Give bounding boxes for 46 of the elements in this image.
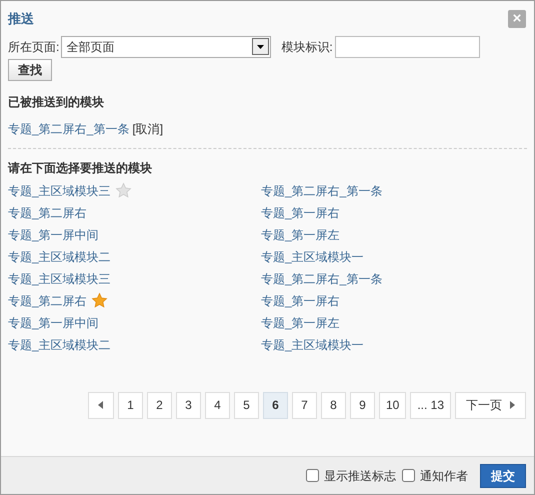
page-button[interactable]: 6 [262,392,288,418]
module-label: 模块标识: [281,38,333,56]
module-link[interactable]: 专题_第二屏右_第一条 [261,182,382,200]
page-button[interactable]: ... 13 [410,392,451,418]
module-link[interactable]: 专题_主区域模块二 [8,248,111,266]
page-button[interactable]: 9 [350,392,375,418]
checkbox[interactable] [306,469,319,482]
module-link[interactable]: 专题_第一屏中间 [8,314,99,332]
right-triangle-icon [510,401,515,409]
left-triangle-icon [98,401,104,409]
module-link[interactable]: 专题_第二屏右 [8,292,87,310]
cancel-link[interactable]: [取消] [132,120,164,138]
checkbox-label: 通知作者 [420,468,468,484]
module-link[interactable]: 专题_第一屏右 [261,204,340,222]
checkbox-label: 显示推送标志 [324,468,396,484]
module-link[interactable]: 专题_第一屏左 [261,226,340,244]
module-link[interactable]: 专题_第一屏中间 [8,226,99,244]
module-link[interactable]: 专题_第二屏右_第一条 [261,270,382,288]
page-button[interactable]: 1 [118,392,143,418]
page-button[interactable]: 4 [204,392,230,418]
page-button[interactable]: 7 [292,392,317,418]
next-page-button[interactable]: 下一页 [455,392,526,418]
page-select[interactable]: 全部页面 [61,36,272,58]
module-link[interactable]: 专题_主区域模块一 [261,248,364,266]
section-heading: 请在下面选择要推送的模块 [8,160,153,176]
module-link[interactable]: 专题_主区域模块二 [8,336,111,354]
checkbox[interactable] [402,469,415,482]
module-link[interactable]: 专题_第一屏右 [261,292,340,310]
page-button[interactable]: 8 [320,392,346,418]
previous-page-button[interactable] [88,392,114,418]
module-link[interactable]: 专题_第一屏左 [261,314,340,332]
dialog-title: 推送 [8,10,34,28]
page-button[interactable]: 10 [378,392,406,418]
module-link[interactable]: 专题_第二屏右 [8,204,87,222]
module-link[interactable]: 专题_第二屏右_第一条 [8,120,130,138]
module-field[interactable] [334,36,480,58]
page-button[interactable]: 2 [146,392,172,418]
submit-button[interactable]: 提交 [480,464,526,488]
section-heading: 已被推送到的模块 [8,94,105,110]
module-link[interactable]: 专题_主区域模块三 [8,270,111,288]
page-button[interactable]: 5 [234,392,259,418]
page-button[interactable]: 3 [176,392,201,418]
page-label: 所在页面: [8,38,60,56]
module-link[interactable]: 专题_主区域模块一 [261,336,364,354]
module-link[interactable]: 专题_主区域模块三 [8,182,111,200]
search-button[interactable]: 查找 [8,58,52,80]
